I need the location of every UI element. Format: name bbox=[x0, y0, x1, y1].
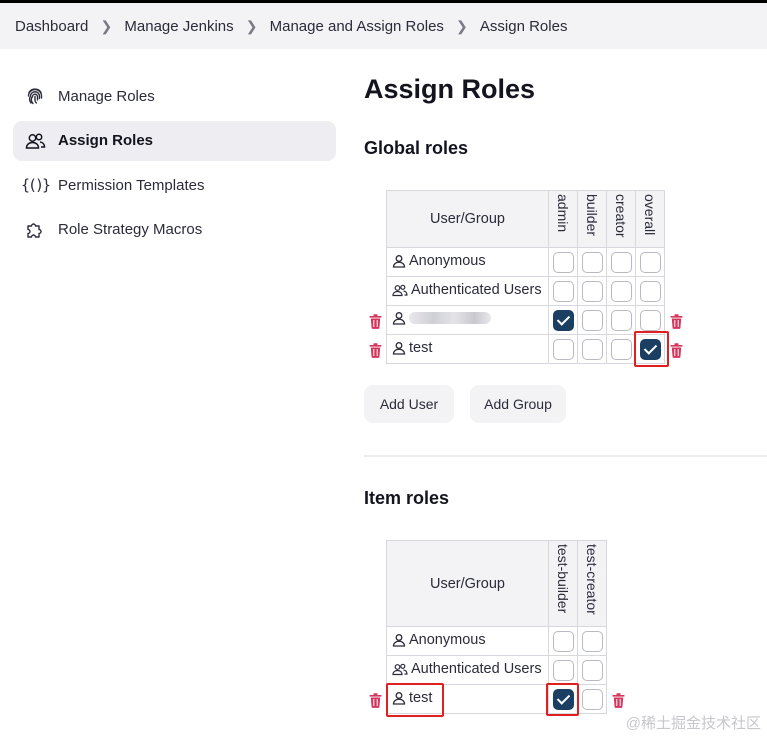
chevron-right-icon: ❯ bbox=[456, 17, 468, 34]
role-checkbox[interactable] bbox=[552, 338, 574, 360]
role-checkbox[interactable] bbox=[639, 251, 661, 273]
braces-icon: {()} bbox=[20, 176, 51, 194]
sidebar-item-label: Manage Roles bbox=[58, 87, 155, 105]
sidebar-item-label: Permission Templates bbox=[58, 176, 205, 194]
role-checkbox[interactable] bbox=[639, 309, 661, 331]
role-checkbox[interactable] bbox=[552, 280, 574, 302]
highlight-box bbox=[386, 683, 444, 717]
sidebar-item-label: Role Strategy Macros bbox=[58, 221, 203, 238]
breadcrumb-dashboard[interactable]: Dashboard bbox=[15, 18, 88, 35]
breadcrumb-assign-roles[interactable]: Assign Roles bbox=[480, 18, 568, 35]
group-icon bbox=[392, 284, 408, 296]
role-checkbox[interactable] bbox=[610, 338, 632, 360]
chevron-right-icon: ❯ bbox=[100, 17, 113, 34]
page-title: Assign Roles bbox=[364, 74, 536, 104]
role-checkbox[interactable] bbox=[552, 309, 574, 331]
role-checkbox[interactable] bbox=[581, 630, 603, 652]
table-row: Anonymous bbox=[386, 247, 665, 277]
role-checkbox[interactable] bbox=[581, 688, 603, 710]
role-header-test-creator: test-creator bbox=[577, 540, 607, 627]
watermark: @稀土掘金技术社区 bbox=[625, 715, 761, 732]
breadcrumb-manage-and-assign-roles[interactable]: Manage and Assign Roles bbox=[270, 18, 444, 35]
redacted-user-name bbox=[409, 312, 491, 324]
group-name: Authenticated Users bbox=[411, 660, 542, 677]
table-row: Anonymous bbox=[386, 626, 607, 656]
role-checkbox[interactable] bbox=[639, 280, 661, 302]
group-icon bbox=[392, 663, 408, 675]
user-name: Anonymous bbox=[409, 631, 486, 648]
role-checkbox[interactable] bbox=[581, 659, 603, 681]
puzzle-icon bbox=[24, 219, 46, 241]
sidebar-item-manage-roles[interactable]: Manage Roles bbox=[13, 76, 336, 116]
role-checkbox[interactable] bbox=[581, 338, 603, 360]
breadcrumb: Dashboard ❯ Manage Jenkins ❯ Manage and … bbox=[0, 3, 767, 49]
role-checkbox[interactable] bbox=[552, 659, 574, 681]
user-icon bbox=[392, 341, 406, 355]
chevron-right-icon: ❯ bbox=[245, 17, 258, 34]
role-header-builder: builder bbox=[577, 190, 607, 248]
role-header-test-builder: test-builder bbox=[548, 540, 578, 627]
role-header-creator: creator bbox=[606, 190, 636, 248]
user-icon bbox=[392, 254, 406, 268]
role-checkbox[interactable] bbox=[581, 309, 603, 331]
sidebar-item-label: Assign Roles bbox=[58, 132, 154, 149]
section-divider bbox=[364, 455, 767, 457]
table-row: test bbox=[386, 334, 665, 364]
user-group-header: User/Group bbox=[386, 190, 549, 248]
sidebar-item-role-strategy-macros[interactable]: Role Strategy Macros bbox=[13, 210, 336, 250]
trash-icon[interactable] bbox=[368, 313, 382, 329]
fingerprint-icon bbox=[24, 85, 46, 107]
role-checkbox[interactable] bbox=[610, 251, 632, 273]
user-icon bbox=[392, 633, 406, 647]
table-row bbox=[386, 305, 665, 335]
role-header-overall: overall bbox=[635, 190, 665, 248]
role-header-admin: admin bbox=[548, 190, 578, 248]
trash-icon[interactable] bbox=[368, 692, 382, 708]
role-checkbox[interactable] bbox=[610, 309, 632, 331]
trash-icon[interactable] bbox=[669, 313, 683, 329]
breadcrumb-manage-jenkins[interactable]: Manage Jenkins bbox=[124, 18, 233, 35]
group-name: Authenticated Users bbox=[411, 281, 542, 298]
users-icon bbox=[24, 130, 46, 152]
add-user-button[interactable]: Add User bbox=[364, 385, 454, 423]
trash-icon[interactable] bbox=[669, 342, 683, 358]
sidebar-item-assign-roles[interactable]: Assign Roles bbox=[13, 120, 336, 161]
user-icon bbox=[392, 312, 406, 325]
role-checkbox[interactable] bbox=[552, 630, 574, 652]
trash-icon[interactable] bbox=[368, 342, 382, 358]
user-name: test bbox=[409, 339, 433, 356]
add-group-button[interactable]: Add Group bbox=[470, 385, 566, 423]
trash-icon[interactable] bbox=[611, 692, 625, 708]
highlight-box bbox=[546, 683, 579, 716]
role-checkbox[interactable] bbox=[552, 251, 574, 273]
role-checkbox[interactable] bbox=[581, 251, 603, 273]
global-roles-table: User/Group admin builder creator overall… bbox=[386, 190, 665, 364]
role-checkbox[interactable] bbox=[581, 280, 603, 302]
role-checkbox[interactable] bbox=[610, 280, 632, 302]
sidebar: Manage Roles Assign Roles {()} Permissio… bbox=[13, 76, 336, 254]
user-name: Anonymous bbox=[409, 252, 486, 269]
global-roles-title: Global roles bbox=[364, 138, 469, 158]
item-roles-title: Item roles bbox=[364, 488, 450, 508]
highlight-box bbox=[634, 331, 669, 367]
table-row: Authenticated Users bbox=[386, 276, 665, 306]
table-row: Authenticated Users bbox=[386, 655, 607, 685]
sidebar-item-permission-templates[interactable]: {()} Permission Templates bbox=[13, 165, 336, 205]
user-group-header: User/Group bbox=[386, 540, 549, 627]
